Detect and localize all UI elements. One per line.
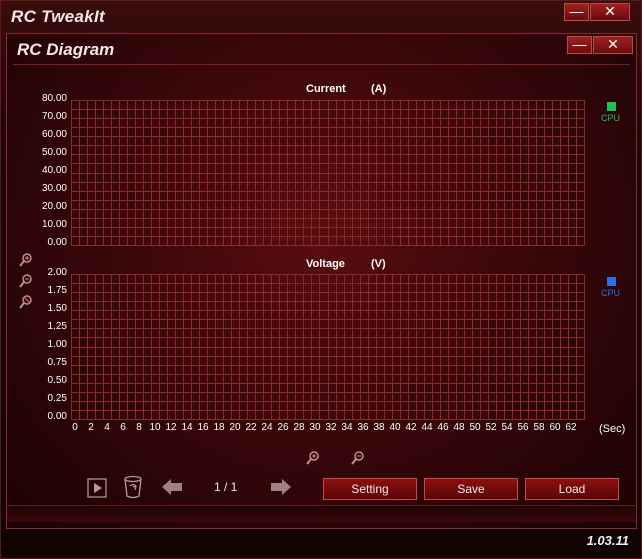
current-chart-title: Current <box>306 83 346 95</box>
current-y-tick-label: 40.00 <box>41 165 67 176</box>
current-y-tick-label: 20.00 <box>41 201 67 212</box>
current-y-tick-label: 10.00 <box>41 219 67 230</box>
current-legend-label: CPU <box>601 113 621 123</box>
voltage-legend-swatch <box>607 277 616 286</box>
status-bar <box>7 505 635 522</box>
close-button[interactable]: ✕ <box>593 36 633 54</box>
app-title: RC TweakIt <box>11 7 106 26</box>
zoom-reset-icon[interactable] <box>18 273 34 289</box>
voltage-y-tick-label: 1.50 <box>47 303 67 314</box>
voltage-y-tick-label: 0.75 <box>47 357 67 368</box>
title-separator <box>13 64 630 65</box>
outer-close-button[interactable]: ✕ <box>590 3 630 21</box>
save-button[interactable]: Save <box>424 478 518 500</box>
current-y-tick-label: 30.00 <box>41 183 67 194</box>
current-y-tick-label: 50.00 <box>41 147 67 158</box>
recycle-bin-icon[interactable] <box>122 475 144 499</box>
x-axis-unit: (Sec) <box>599 423 626 435</box>
load-button[interactable]: Load <box>525 478 619 500</box>
time-zoom-in-icon[interactable] <box>305 450 321 466</box>
voltage-y-tick-label: 2.00 <box>47 267 67 278</box>
arrow-left-icon[interactable] <box>161 478 183 496</box>
voltage-y-tick-label: 1.75 <box>47 285 67 296</box>
voltage-y-tick-label: 0.50 <box>47 375 67 386</box>
minimize-button[interactable]: — <box>567 36 592 54</box>
voltage-y-tick-label: 0.00 <box>47 411 67 422</box>
current-legend-swatch <box>607 102 616 111</box>
version-label: 1.03.11 <box>586 533 629 548</box>
zoom-out-icon[interactable] <box>18 294 34 310</box>
voltage-chart-title: Voltage <box>306 258 345 270</box>
current-chart-unit: (A) <box>371 83 387 95</box>
window-title: RC Diagram <box>17 40 115 59</box>
current-y-tick-label: 0.00 <box>47 237 67 248</box>
voltage-y-tick-label: 0.25 <box>47 393 67 404</box>
voltage-y-tick-label: 1.25 <box>47 321 67 332</box>
setting-button[interactable]: Setting <box>323 478 417 500</box>
voltage-chart-unit: (V) <box>371 258 386 270</box>
rc-tweakit-window: RC TweakIt — ✕ RC Diagram — ✕ Current (A… <box>0 0 642 559</box>
current-chart-plot <box>71 100 585 246</box>
time-zoom-out-icon[interactable] <box>350 450 366 466</box>
voltage-y-tick-label: 1.00 <box>47 339 67 350</box>
play-icon[interactable] <box>87 478 107 498</box>
current-y-tick-label: 60.00 <box>41 129 67 140</box>
zoom-in-icon[interactable] <box>18 252 34 268</box>
arrow-right-icon[interactable] <box>270 478 292 496</box>
outer-minimize-button[interactable]: — <box>564 3 589 21</box>
page-indicator: 1 / 1 <box>214 480 238 494</box>
x-tick-label: 62 <box>565 422 577 433</box>
current-y-tick-label: 70.00 <box>41 111 67 122</box>
voltage-legend-label: CPU <box>601 288 621 298</box>
current-y-tick-label: 80.00 <box>41 93 67 104</box>
voltage-chart-plot <box>71 274 585 420</box>
